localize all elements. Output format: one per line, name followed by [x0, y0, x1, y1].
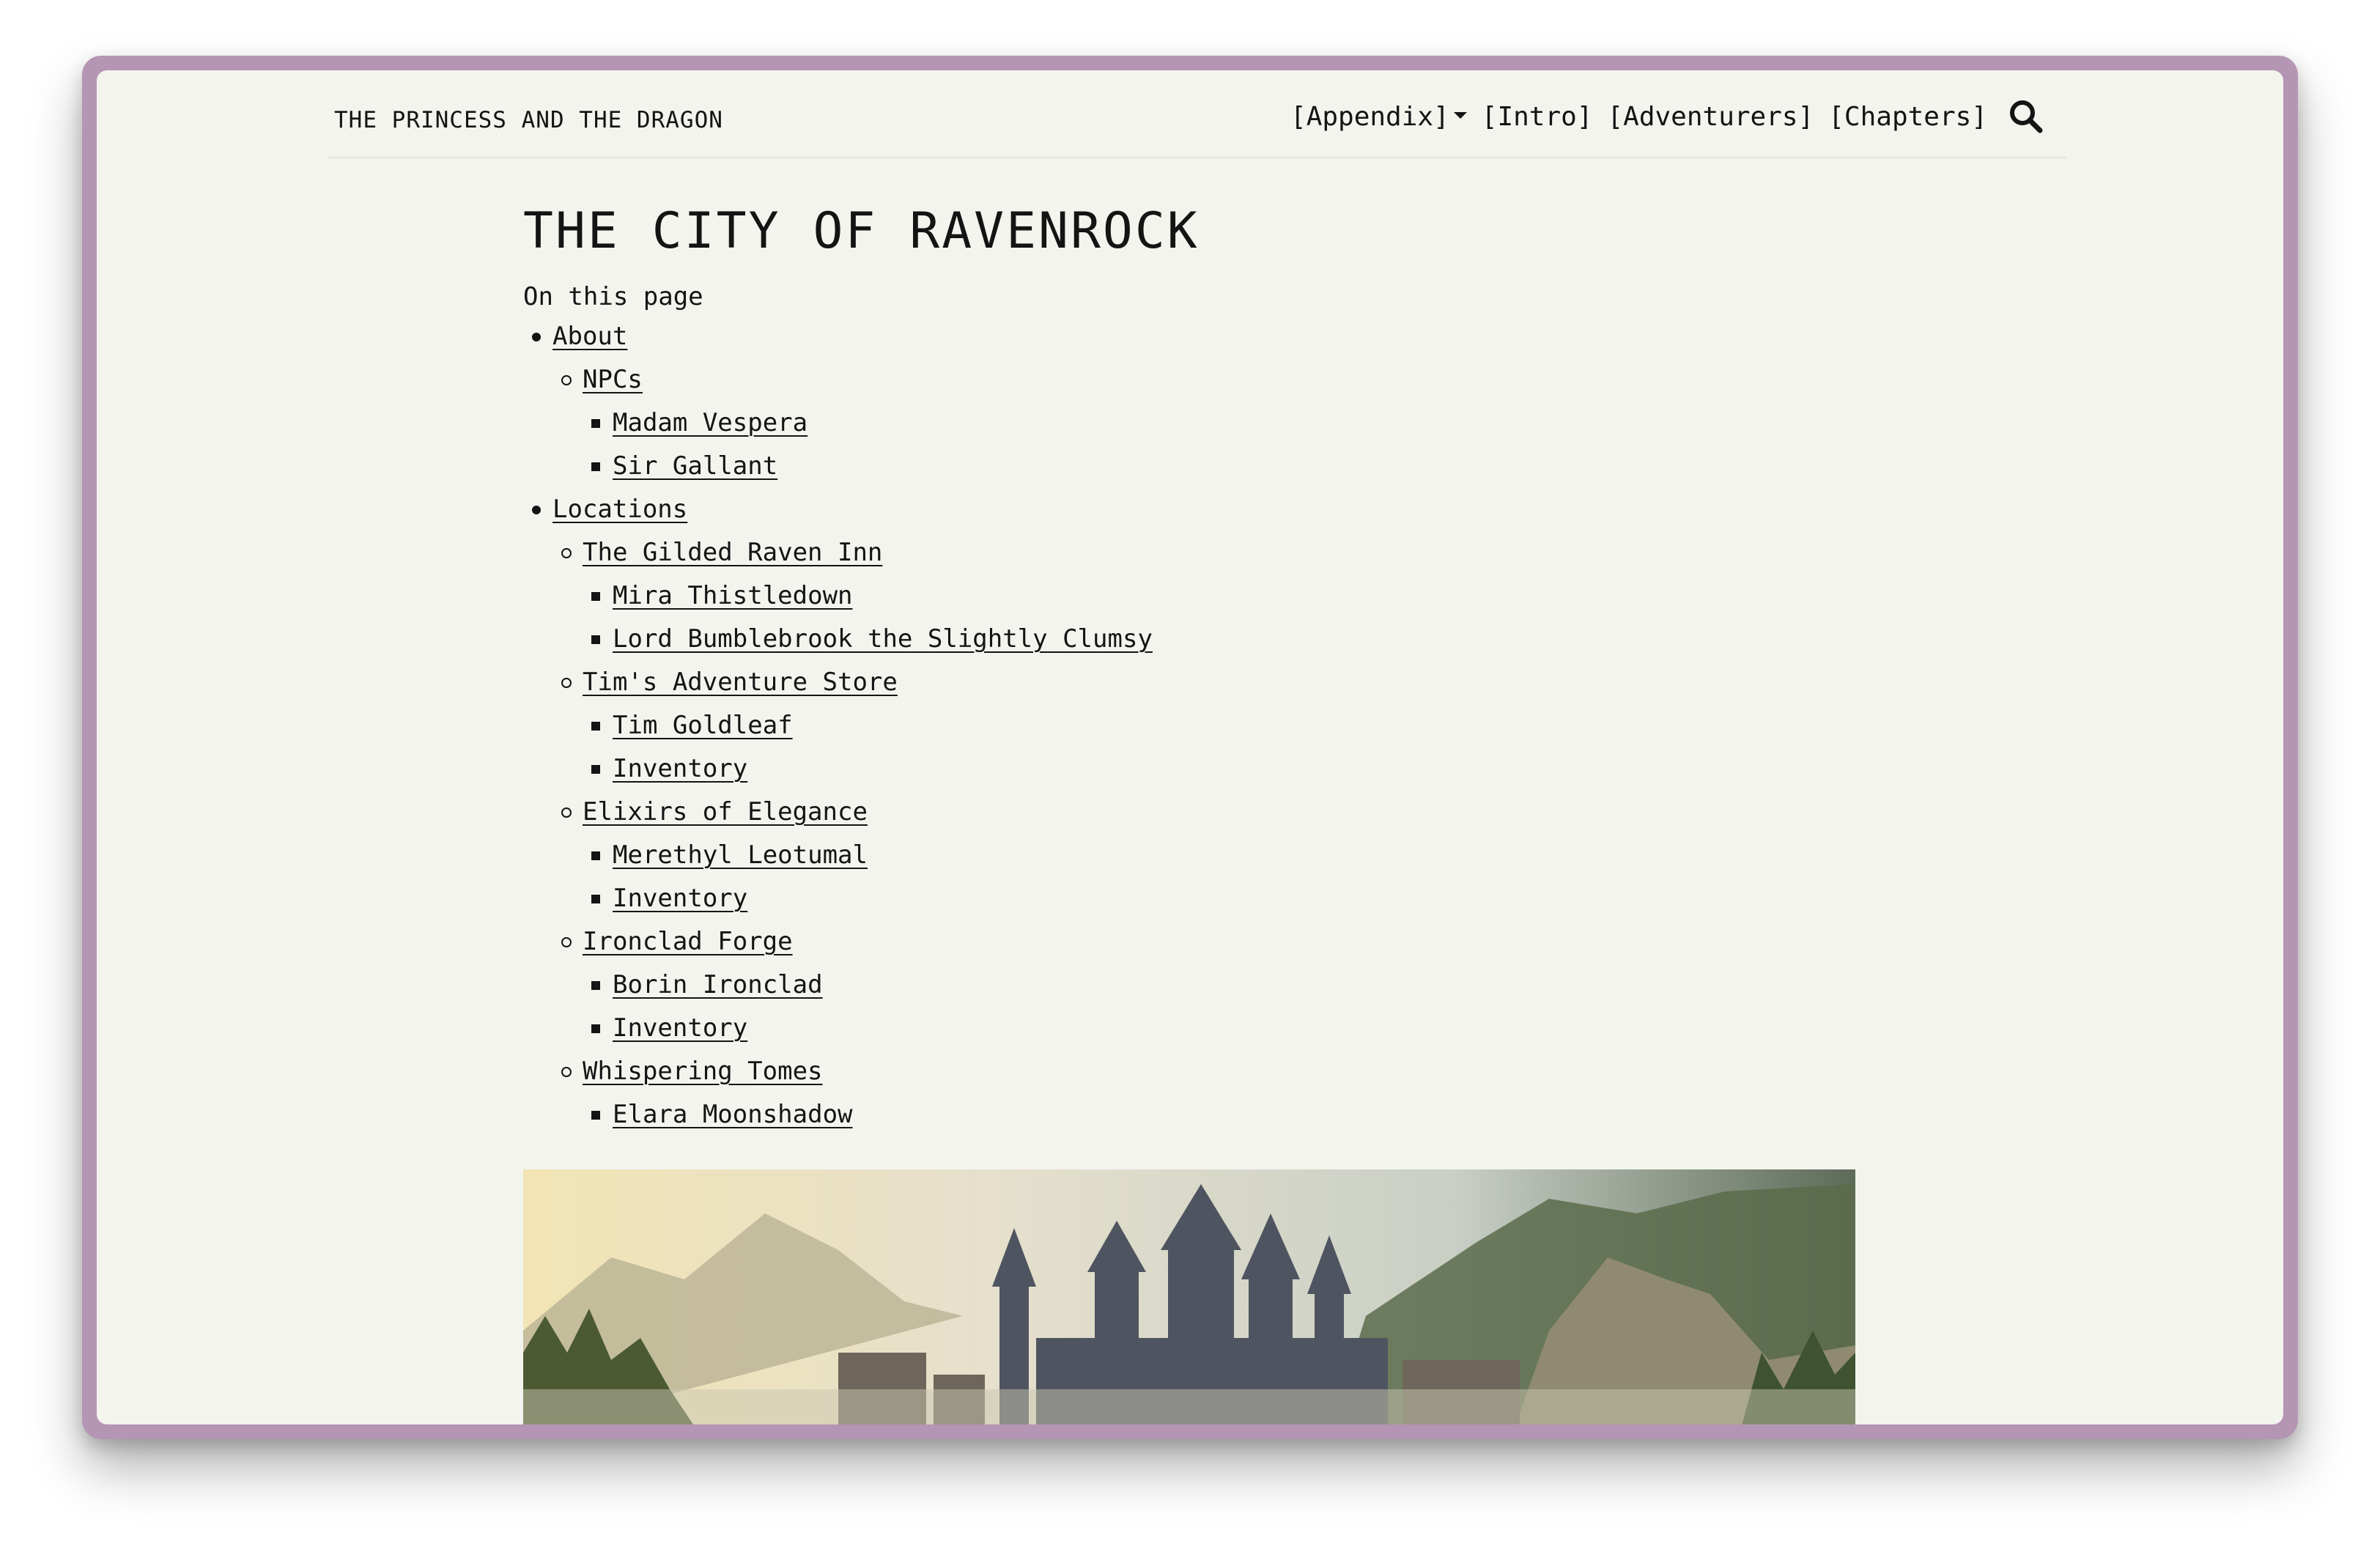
toc-item: Elixirs of Elegance [523, 791, 1200, 834]
square-bullet-icon [591, 765, 600, 774]
disc-bullet-icon [532, 506, 541, 514]
page: THE PRINCESS AND THE DRAGON [Appendix] [… [97, 70, 2283, 1424]
toc-link[interactable]: Borin Ironclad [613, 970, 823, 999]
toc-item: Mira Thistledown [523, 574, 1200, 618]
toc-item: Merethyl Leotumal [523, 834, 1200, 877]
toc-item: Elara Moonshadow [523, 1093, 1200, 1136]
toc-item: Sir Gallant [523, 445, 1200, 488]
toc-item: Tim's Adventure Store [523, 661, 1200, 704]
toc-link[interactable]: Tim's Adventure Store [583, 668, 898, 697]
nav-adventurers[interactable]: [Adventurers] [1607, 102, 1814, 132]
toc-item: Inventory [523, 877, 1200, 920]
toc-link[interactable]: Madam Vespera [613, 408, 808, 437]
page-title: THE CITY OF RAVENROCK [523, 202, 1200, 260]
city-banner-image [523, 1169, 1855, 1424]
nav-intro[interactable]: [Intro] [1482, 102, 1593, 132]
toc-item: Whispering Tomes [523, 1050, 1200, 1093]
caret-down-icon [1453, 112, 1467, 119]
square-bullet-icon [591, 851, 600, 860]
circle-bullet-icon [561, 1067, 572, 1077]
toc-link[interactable]: About [552, 322, 627, 351]
toc-link[interactable]: Lord Bumblebrook the Slightly Clumsy [613, 624, 1153, 654]
navbar: THE PRINCESS AND THE DRAGON [Appendix] [… [328, 70, 2066, 158]
toc-link[interactable]: Elixirs of Elegance [583, 797, 868, 827]
toc-item: Inventory [523, 747, 1200, 791]
square-bullet-icon [591, 462, 600, 471]
toc-item: About [523, 315, 1200, 358]
toc-item: The Gilded Raven Inn [523, 531, 1200, 574]
toc-link[interactable]: NPCs [583, 365, 643, 394]
toc-link[interactable]: Inventory [613, 754, 747, 783]
toc-link[interactable]: Mira Thistledown [613, 581, 853, 610]
circle-bullet-icon [561, 678, 572, 688]
toc-item: Tim Goldleaf [523, 704, 1200, 747]
toc-heading: On this page [523, 282, 703, 311]
toc-item: Locations [523, 488, 1200, 531]
circle-bullet-icon [561, 375, 572, 385]
nav-chapters[interactable]: [Chapters] [1828, 102, 1987, 132]
square-bullet-icon [591, 1111, 600, 1120]
square-bullet-icon [591, 419, 600, 428]
toc-item: Lord Bumblebrook the Slightly Clumsy [523, 618, 1200, 661]
toc-item: Borin Ironclad [523, 964, 1200, 1007]
disc-bullet-icon [532, 333, 541, 341]
search-icon[interactable] [2008, 98, 2044, 135]
toc-link[interactable]: Locations [552, 495, 687, 524]
toc-item: Ironclad Forge [523, 920, 1200, 964]
toc-link[interactable]: Whispering Tomes [583, 1057, 823, 1086]
toc-link[interactable]: The Gilded Raven Inn [583, 538, 882, 567]
toc-link[interactable]: Elara Moonshadow [613, 1100, 853, 1129]
browser-window: THE PRINCESS AND THE DRAGON [Appendix] [… [82, 56, 2298, 1439]
square-bullet-icon [591, 981, 600, 990]
circle-bullet-icon [561, 937, 572, 947]
castle-illustration [523, 1169, 1855, 1424]
square-bullet-icon [591, 895, 600, 903]
toc-link[interactable]: Inventory [613, 1013, 747, 1043]
toc-item: Madam Vespera [523, 402, 1200, 445]
square-bullet-icon [591, 635, 600, 644]
circle-bullet-icon [561, 548, 572, 558]
toc-item: Inventory [523, 1007, 1200, 1050]
site-brand[interactable]: THE PRINCESS AND THE DRAGON [334, 107, 723, 133]
square-bullet-icon [591, 722, 600, 731]
nav-links: [Appendix] [Intro] [Adventurers] [Chapte… [1290, 98, 2044, 135]
circle-bullet-icon [561, 807, 572, 818]
toc-link[interactable]: Ironclad Forge [583, 927, 793, 956]
toc-item: NPCs [523, 358, 1200, 402]
square-bullet-icon [591, 1024, 600, 1033]
nav-appendix-dropdown[interactable]: [Appendix] [1290, 102, 1467, 132]
toc-link[interactable]: Inventory [613, 884, 747, 913]
main-content: THE CITY OF RAVENROCK On this page About… [523, 202, 1200, 1136]
square-bullet-icon [591, 592, 600, 601]
toc-link[interactable]: Merethyl Leotumal [613, 840, 868, 870]
toc-link[interactable]: Sir Gallant [613, 451, 777, 481]
table-of-contents: About NPCs Madam Vespera Sir Gallant Locatio… [523, 315, 1200, 1136]
toc-link[interactable]: Tim Goldleaf [613, 711, 793, 740]
nav-appendix-label: [Appendix] [1290, 101, 1449, 132]
